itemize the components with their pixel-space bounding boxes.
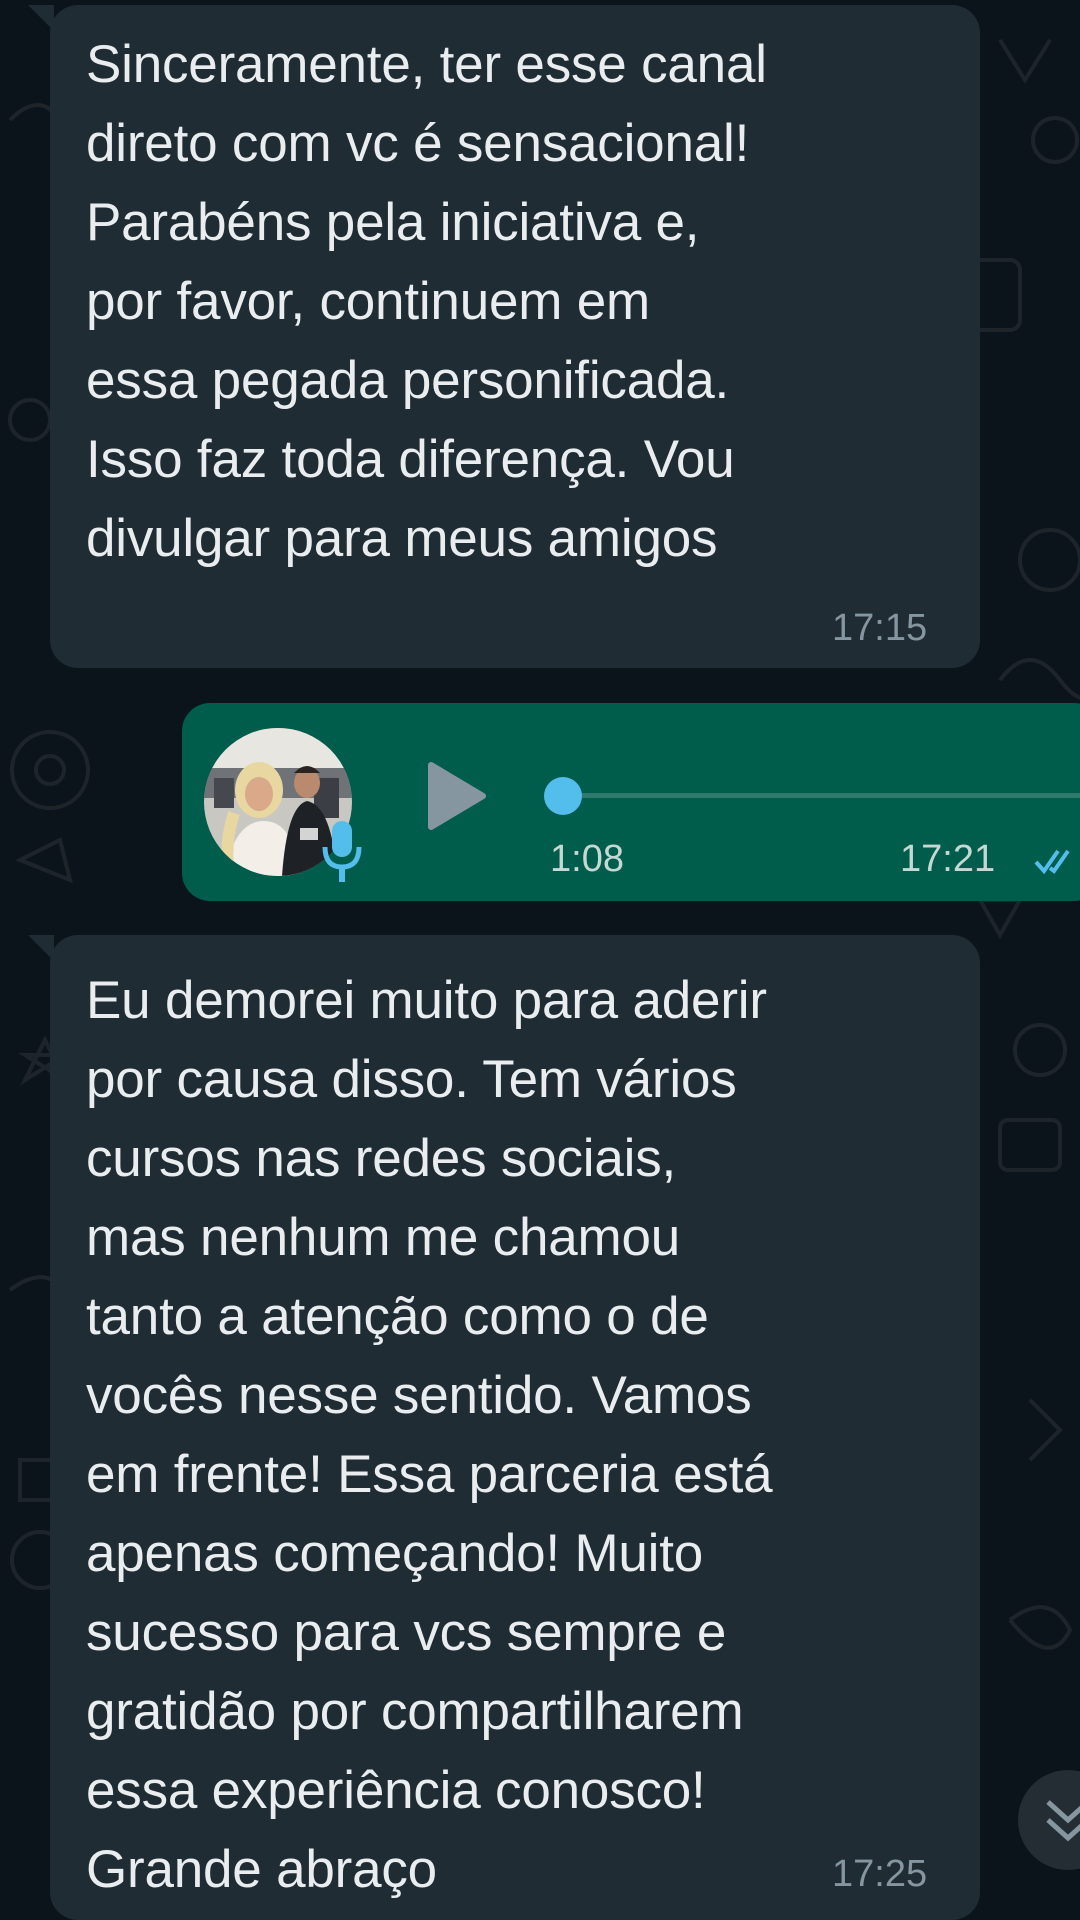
message-timestamp: 17:21 <box>900 838 996 880</box>
chevron-double-down-icon <box>1046 1800 1080 1842</box>
voice-duration: 1:08 <box>550 838 624 880</box>
message-timestamp: 17:25 <box>832 1853 928 1895</box>
bubble-tail <box>28 5 54 31</box>
incoming-message-bubble[interactable]: Sinceramente, ter esse canal direto com … <box>28 5 980 668</box>
incoming-message-bubble[interactable]: Eu demorei muito para aderir por causa d… <box>28 935 980 1920</box>
audio-progress-track[interactable] <box>562 793 1080 798</box>
double-check-icon <box>1034 849 1070 875</box>
message-text: Eu demorei muito para aderir por causa d… <box>86 971 773 1899</box>
mic-icon <box>322 821 362 882</box>
play-icon[interactable] <box>427 761 487 831</box>
outgoing-voice-message-bubble[interactable]: 1:08 17:21 <box>182 703 1080 901</box>
message-timestamp: 17:15 <box>832 607 928 649</box>
bubble-tail <box>28 935 54 961</box>
message-text: Sinceramente, ter esse canal direto com … <box>86 35 767 568</box>
audio-progress-handle[interactable] <box>544 777 582 815</box>
